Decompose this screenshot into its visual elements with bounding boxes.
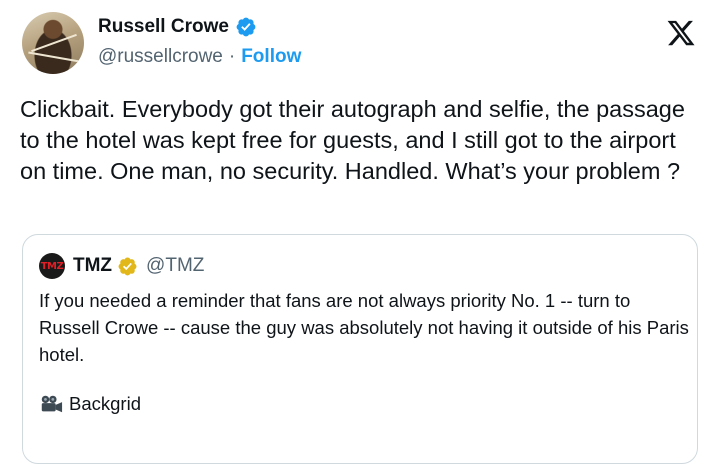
author-avatar[interactable] [22,12,84,74]
quoted-tweet-text: If you needed a reminder that fans are n… [39,290,689,365]
author-name-row: Russell Crowe [98,16,257,38]
author-name[interactable]: Russell Crowe [98,16,229,38]
quoted-tweet-credit: Backgrid [39,393,141,415]
tmz-logo: TMZ [40,260,64,272]
quoted-author-avatar[interactable]: TMZ [39,253,65,279]
author-handle-row: @russellcrowe · Follow [98,46,301,68]
quoted-author-handle[interactable]: @TMZ [146,255,204,277]
author-handle[interactable]: @russellcrowe [98,46,223,68]
gold-verified-badge-icon [118,257,137,275]
quoted-author-name[interactable]: TMZ [73,255,112,277]
quoted-tweet[interactable]: TMZ TMZ @TMZ If you needed a reminder th… [22,234,698,464]
quoted-tweet-header: TMZ TMZ @TMZ [39,253,204,279]
tweet-header: Russell Crowe @russellcrowe · Follow [22,12,702,80]
separator-dot: · [228,46,236,67]
tweet-text: Clickbait. Everybody got their autograph… [20,96,685,184]
x-logo-icon[interactable] [666,18,696,48]
movie-camera-icon [41,395,63,413]
credit-label: Backgrid [69,393,141,414]
follow-button[interactable]: Follow [241,46,301,68]
verified-badge-icon [236,17,256,37]
